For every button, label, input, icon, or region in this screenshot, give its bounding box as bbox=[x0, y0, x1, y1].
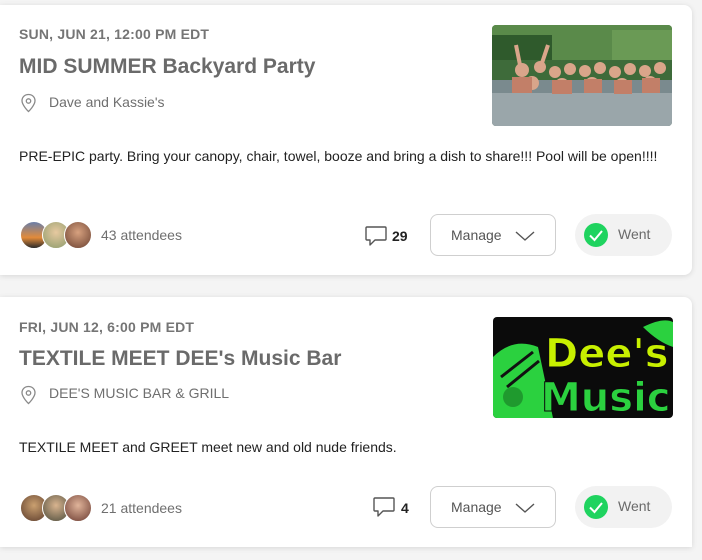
event-description: PRE-EPIC party. Bring your canopy, chair… bbox=[19, 148, 658, 164]
comment-count[interactable]: 4 bbox=[401, 500, 409, 516]
event-location[interactable]: Dave and Kassie's bbox=[49, 94, 165, 110]
event-date: FRI, JUN 12, 6:00 PM EDT bbox=[19, 319, 195, 335]
event-description: TEXTILE MEET and GREET meet new and old … bbox=[19, 439, 397, 455]
chevron-down-icon bbox=[515, 503, 535, 513]
went-label: Went bbox=[618, 498, 651, 514]
attendee-avatars[interactable] bbox=[20, 494, 92, 522]
went-label: Went bbox=[618, 226, 651, 242]
location-pin-icon bbox=[21, 385, 36, 405]
event-card[interactable]: SUN, JUN 21, 12:00 PM EDT MID SUMMER Bac… bbox=[0, 5, 692, 275]
dees-music-logo: Dee's Music bbox=[493, 317, 673, 418]
avatar bbox=[64, 221, 92, 249]
attendee-avatars[interactable] bbox=[20, 221, 92, 249]
event-card[interactable]: FRI, JUN 12, 6:00 PM EDT TEXTILE MEET DE… bbox=[0, 297, 692, 547]
event-location[interactable]: DEE'S MUSIC BAR & GRILL bbox=[49, 385, 229, 401]
comment-icon[interactable] bbox=[372, 496, 396, 518]
logo-text-music: Music bbox=[541, 375, 671, 418]
attendee-count[interactable]: 43 attendees bbox=[101, 227, 182, 243]
manage-button[interactable]: Manage bbox=[430, 214, 556, 256]
went-button[interactable]: Went bbox=[575, 214, 672, 256]
went-button[interactable]: Went bbox=[575, 486, 672, 528]
checkmark-icon bbox=[584, 223, 608, 247]
location-pin-icon bbox=[21, 93, 36, 113]
event-thumbnail[interactable] bbox=[492, 25, 672, 126]
event-date: SUN, JUN 21, 12:00 PM EDT bbox=[19, 26, 210, 42]
manage-button[interactable]: Manage bbox=[430, 486, 556, 528]
manage-label: Manage bbox=[451, 499, 502, 515]
event-title[interactable]: TEXTILE MEET DEE's Music Bar bbox=[19, 347, 341, 371]
checkmark-icon bbox=[584, 495, 608, 519]
chevron-down-icon bbox=[515, 231, 535, 241]
manage-label: Manage bbox=[451, 227, 502, 243]
pool-party-photo-icon bbox=[492, 25, 672, 126]
event-thumbnail[interactable]: Dee's Music bbox=[493, 317, 673, 418]
attendee-count[interactable]: 21 attendees bbox=[101, 500, 182, 516]
avatar bbox=[64, 494, 92, 522]
comment-count[interactable]: 29 bbox=[392, 228, 408, 244]
comment-icon[interactable] bbox=[364, 225, 388, 247]
logo-text-dees: Dee's bbox=[545, 331, 669, 377]
event-title[interactable]: MID SUMMER Backyard Party bbox=[19, 55, 315, 79]
